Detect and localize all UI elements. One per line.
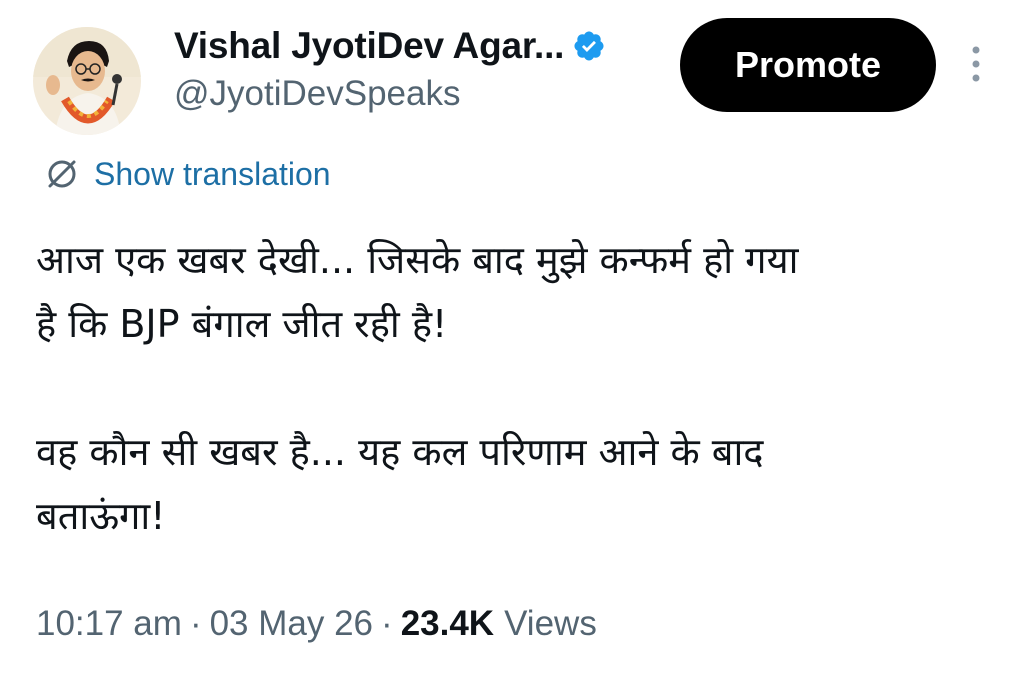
author-name-row: Vishal JyotiDev Agar... [174, 22, 606, 70]
tweet-time[interactable]: 10:17 am [36, 604, 182, 644]
meta-separator: · [189, 604, 202, 643]
more-vertical-icon[interactable] [964, 42, 988, 86]
tweet-text-line: है कि BJP बंगाल जीत रही है! [36, 302, 448, 346]
tweet-text-line: बताऊंगा! [36, 494, 166, 538]
meta-separator: · [381, 604, 393, 643]
views-label: Views [504, 604, 597, 643]
show-translation-label[interactable]: Show translation [94, 156, 331, 193]
translate-icon [44, 156, 80, 192]
tweet-text-line: आज एक खबर देखी... जिसके बाद मुझे कन्फर्म… [36, 238, 799, 282]
views-count[interactable]: 23.4K [401, 604, 494, 644]
verified-badge-icon[interactable] [572, 29, 606, 63]
tweet-text-line: वह कौन सी खबर है... यह कल परिणाम आने के … [36, 430, 764, 474]
author-display-name[interactable]: Vishal JyotiDev Agar... [174, 25, 564, 67]
avatar[interactable] [33, 27, 141, 135]
tweet-meta: 10:17 am · 03 May 26 · 23.4K Views [36, 600, 597, 648]
tweet-date[interactable]: 03 May 26 [210, 604, 373, 644]
promote-button[interactable]: Promote [680, 18, 936, 112]
show-translation-link[interactable]: Show translation [44, 150, 331, 198]
tweet-card: Vishal JyotiDev Agar... @JyotiDevSpeaks … [0, 0, 1024, 678]
tweet-text: आज एक खबर देखी... जिसके बाद मुझे कन्फर्म… [36, 228, 996, 548]
author-handle[interactable]: @JyotiDevSpeaks [174, 74, 460, 114]
